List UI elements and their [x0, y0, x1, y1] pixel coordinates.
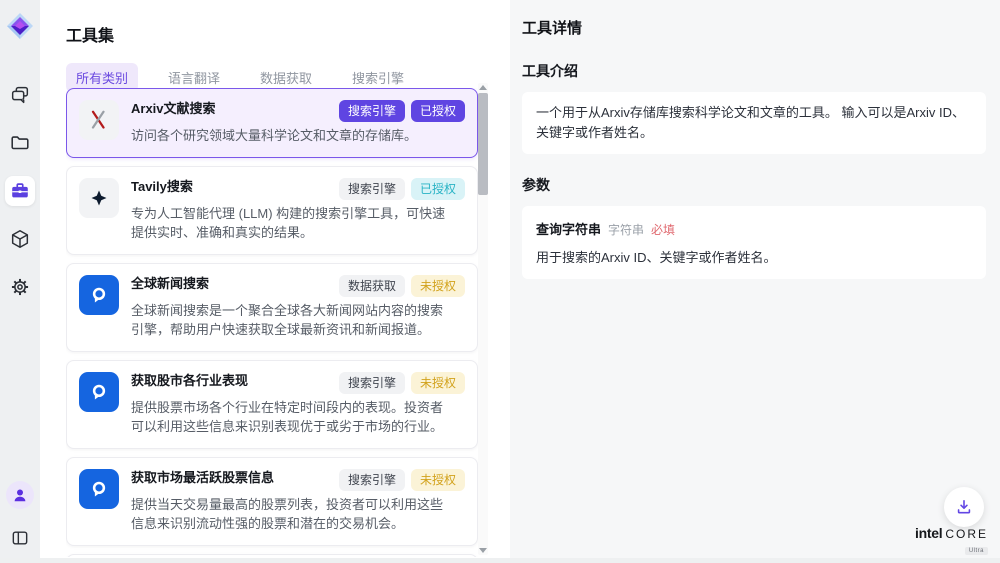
sidebar-item-settings[interactable]	[5, 272, 35, 302]
param-description: 用于搜索的Arxiv ID、关键字或作者姓名。	[536, 247, 972, 266]
panel-toggle-icon	[10, 528, 30, 548]
tool-title: Arxiv文献搜索	[131, 100, 216, 118]
status-badge: 未授权	[411, 275, 465, 297]
tool-title: Tavily搜索	[131, 178, 193, 196]
tool-list-panel: 工具集 所有类别 语言翻译 数据获取 搜索引擎 Arxiv文献搜索 搜索引擎 已…	[40, 0, 510, 563]
status-badge: 已授权	[411, 100, 465, 122]
status-badge: 未授权	[411, 372, 465, 394]
card-content: 全球新闻搜索 数据获取 未授权 全球新闻搜索是一个聚合全球各大新闻网站内容的搜索…	[131, 275, 465, 340]
sidebar-item-chat[interactable]	[5, 80, 35, 110]
app-logo-diamond-icon	[6, 12, 34, 40]
juhe-news-icon	[79, 469, 119, 509]
param-type: 字符串	[608, 221, 644, 238]
card-content: 获取股市各行业表现 搜索引擎 未授权 提供股票市场各个行业在特定时间段内的表现。…	[131, 372, 465, 437]
chat-icon	[9, 84, 31, 106]
card-content: Tavily搜索 搜索引擎 已授权 专为人工智能代理 (LLM) 构建的搜索引擎…	[131, 178, 465, 243]
download-button[interactable]	[944, 487, 984, 527]
gear-icon	[9, 276, 31, 298]
badges: 搜索引擎 未授权	[339, 372, 465, 394]
user-avatar-icon	[10, 485, 30, 505]
juhe-news-icon	[79, 275, 119, 315]
tool-card-tavily[interactable]: Tavily搜索 搜索引擎 已授权 专为人工智能代理 (LLM) 构建的搜索引擎…	[66, 166, 478, 255]
tool-detail-panel: 工具详情 工具介绍 一个用于从Arxiv存储库搜索科学论文和文章的工具。 输入可…	[510, 0, 1000, 563]
brand-intel-text: intel	[915, 526, 942, 540]
param-required-flag: 必填	[651, 221, 675, 238]
brand-ultra-badge: Ultra	[965, 547, 988, 555]
tool-card-global-news[interactable]: 全球新闻搜索 数据获取 未授权 全球新闻搜索是一个聚合全球各大新闻网站内容的搜索…	[66, 263, 478, 352]
toolbox-icon	[9, 180, 31, 202]
sidebar-item-tools[interactable]	[5, 176, 35, 206]
category-badge: 搜索引擎	[339, 178, 405, 200]
status-badge: 未授权	[411, 469, 465, 491]
param-name: 查询字符串	[536, 219, 601, 238]
folder-icon	[9, 132, 31, 154]
intel-core-logo: intel CORE Ultra	[915, 526, 988, 556]
panel-toggle-button[interactable]	[5, 523, 35, 553]
badges: 搜索引擎 未授权	[339, 469, 465, 491]
card-content: 获取市场最活跃股票信息 搜索引擎 未授权 提供当天交易量最高的股票列表，投资者可…	[131, 469, 465, 534]
detail-title: 工具详情	[522, 17, 986, 38]
tool-description: 访问各个研究领域大量科学论文和文章的存储库。	[131, 126, 465, 146]
cube-icon	[9, 228, 31, 250]
tool-card-regional-news[interactable]: 万维地区新闻查询 搜索引擎 未授权 查询具体行政区划内的新闻，快速了解各地新闻动	[66, 554, 478, 558]
tool-card-sector-performance[interactable]: 获取股市各行业表现 搜索引擎 未授权 提供股票市场各个行业在特定时间段内的表现。…	[66, 360, 478, 449]
scroll-down-arrow-icon[interactable]	[479, 548, 487, 553]
icon-rail	[0, 0, 40, 563]
tavily-star-icon	[79, 178, 119, 218]
tool-card-arxiv[interactable]: Arxiv文献搜索 搜索引擎 已授权 访问各个研究领域大量科学论文和文章的存储库…	[66, 88, 478, 158]
tool-title: 全球新闻搜索	[131, 275, 209, 293]
params-heading: 参数	[522, 175, 986, 195]
scrollbar-thumb[interactable]	[478, 93, 488, 195]
list-scrollbar[interactable]	[478, 83, 488, 555]
status-badge: 已授权	[411, 178, 465, 200]
category-badge: 数据获取	[339, 275, 405, 297]
parameter-item: 查询字符串 字符串 必填 用于搜索的Arxiv ID、关键字或作者姓名。	[522, 206, 986, 279]
juhe-news-icon	[79, 372, 119, 412]
tool-card-active-stocks[interactable]: 获取市场最活跃股票信息 搜索引擎 未授权 提供当天交易量最高的股票列表，投资者可…	[66, 457, 478, 546]
intro-heading: 工具介绍	[522, 61, 986, 81]
badges: 数据获取 未授权	[339, 275, 465, 297]
tool-description: 全球新闻搜索是一个聚合全球各大新闻网站内容的搜索引擎，帮助用户快速获取全球最新资…	[131, 301, 465, 340]
page-title: 工具集	[66, 22, 510, 46]
category-badge: 搜索引擎	[339, 469, 405, 491]
download-icon	[954, 497, 974, 517]
sidebar-item-models[interactable]	[5, 224, 35, 254]
tool-description: 提供当天交易量最高的股票列表，投资者可以利用这些信息来识别流动性强的股票和潜在的…	[131, 495, 465, 534]
category-badge: 搜索引擎	[339, 372, 405, 394]
category-badge: 搜索引擎	[339, 100, 405, 122]
user-avatar[interactable]	[6, 481, 34, 509]
brand-core-text: CORE	[945, 528, 988, 540]
card-content: Arxiv文献搜索 搜索引擎 已授权 访问各个研究领域大量科学论文和文章的存储库…	[131, 100, 465, 146]
badges: 搜索引擎 已授权	[339, 100, 465, 122]
bottom-edge-strip	[0, 558, 1000, 563]
tool-card-list: Arxiv文献搜索 搜索引擎 已授权 访问各个研究领域大量科学论文和文章的存储库…	[66, 88, 478, 557]
scroll-up-arrow-icon[interactable]	[479, 85, 487, 90]
tool-description: 专为人工智能代理 (LLM) 构建的搜索引擎工具，可快速提供实时、准确和真实的结…	[131, 204, 465, 243]
tool-title: 获取市场最活跃股票信息	[131, 469, 274, 487]
tool-title: 获取股市各行业表现	[131, 372, 248, 390]
badges: 搜索引擎 已授权	[339, 178, 465, 200]
tool-description: 提供股票市场各个行业在特定时间段内的表现。投资者可以利用这些信息来识别表现优于或…	[131, 398, 465, 437]
tool-intro-text: 一个用于从Arxiv存储库搜索科学论文和文章的工具。 输入可以是Arxiv ID…	[522, 92, 986, 154]
arxiv-icon	[79, 100, 119, 140]
sidebar-item-files[interactable]	[5, 128, 35, 158]
